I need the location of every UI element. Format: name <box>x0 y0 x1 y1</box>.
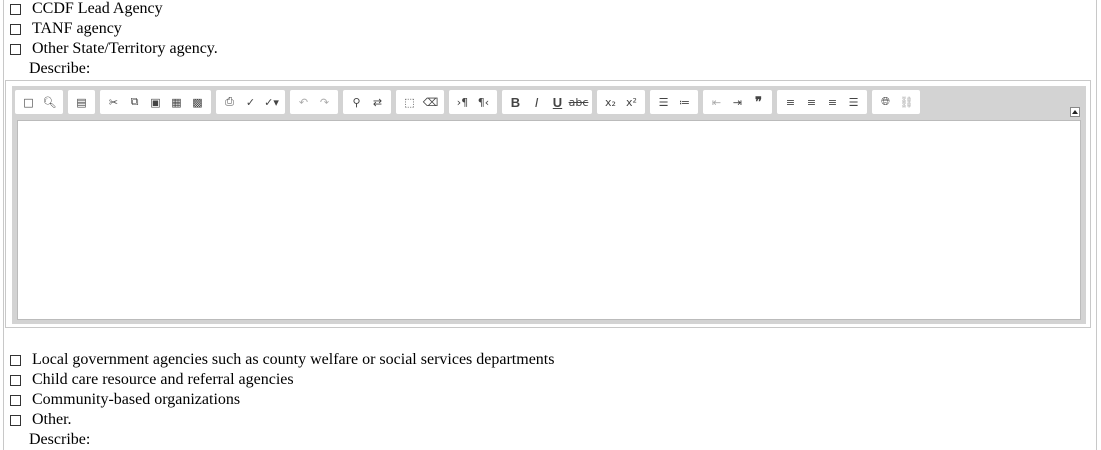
option-label: CCDF Lead Agency <box>32 0 163 17</box>
underline-icon[interactable]: U <box>547 92 568 112</box>
ltr-icon[interactable]: ›¶ <box>452 92 473 112</box>
option-local-government[interactable]: Local government agencies such as county… <box>10 350 554 370</box>
subscript-icon[interactable]: x₂ <box>600 92 621 112</box>
spellcheck-icon[interactable]: ✓ <box>240 92 261 112</box>
option-other[interactable]: Other. <box>10 410 72 430</box>
remove-format-icon[interactable]: ⌫ <box>420 92 441 112</box>
redo-icon[interactable]: ↷ <box>314 92 335 112</box>
paste-text-icon[interactable]: ▦ <box>166 92 187 112</box>
outdent-icon[interactable]: ⇤ <box>706 92 727 112</box>
checkbox[interactable] <box>10 43 21 55</box>
templates-icon[interactable]: ▤ <box>71 92 92 112</box>
checkbox[interactable] <box>10 354 21 366</box>
option-community-based[interactable]: Community-based organizations <box>10 390 240 410</box>
indent-icon[interactable]: ⇥ <box>727 92 748 112</box>
checkbox[interactable] <box>10 374 21 386</box>
describe-label: Describe: <box>29 431 91 448</box>
toolbar-group-find: ⚲ ⇄ <box>343 90 391 114</box>
option-label: Child care resource and referral agencie… <box>32 371 294 388</box>
toolbar-group-script: x₂ x² <box>597 90 645 114</box>
preview-icon[interactable]: 🔍︎ <box>39 92 60 112</box>
toolbar-group-align: ≡ ≡ ≡ ☰ <box>777 90 867 114</box>
strike-icon[interactable]: abc <box>568 92 589 112</box>
link-icon[interactable]: 🌐︎ <box>875 92 896 112</box>
cut-icon[interactable]: ✂ <box>103 92 124 112</box>
rtl-icon[interactable]: ¶‹ <box>473 92 494 112</box>
toolbar-group-lists: ☰ ≔ <box>650 90 698 114</box>
left-border <box>3 0 4 450</box>
option-ccdf-lead-agency[interactable]: CCDF Lead Agency <box>10 0 163 19</box>
describe-label: Describe: <box>29 60 91 77</box>
toolbar-group-select: ⬚ ⌫ <box>396 90 444 114</box>
right-border <box>1096 0 1097 450</box>
spellcheck-as-you-type-icon[interactable]: ✓▾ <box>261 92 282 112</box>
new-page-icon[interactable]: □ <box>18 92 39 112</box>
option-label: Other. <box>32 411 72 428</box>
justify-icon[interactable]: ☰ <box>843 92 864 112</box>
toolbar-group-direction: ›¶ ¶‹ <box>449 90 497 114</box>
paste-word-icon[interactable]: ▩ <box>187 92 208 112</box>
find-icon[interactable]: ⚲ <box>346 92 367 112</box>
superscript-icon[interactable]: x² <box>621 92 642 112</box>
align-center-icon[interactable]: ≡ <box>801 92 822 112</box>
checkbox[interactable] <box>10 23 21 35</box>
toolbar-group-document: □ 🔍︎ <box>15 90 63 114</box>
bulleted-list-icon[interactable]: ≔ <box>674 92 695 112</box>
editor-content-area[interactable] <box>17 120 1081 320</box>
numbered-list-icon[interactable]: ☰ <box>653 92 674 112</box>
undo-icon[interactable]: ↶ <box>293 92 314 112</box>
checkbox[interactable] <box>10 394 21 406</box>
checkbox[interactable] <box>10 414 21 426</box>
option-label: Other State/Territory agency. <box>32 40 218 57</box>
checkbox[interactable] <box>10 3 21 15</box>
print-icon[interactable]: ⎙ <box>219 92 240 112</box>
option-child-care-referral[interactable]: Child care resource and referral agencie… <box>10 370 294 390</box>
option-label: Community-based organizations <box>32 391 241 408</box>
blockquote-icon[interactable]: ❞ <box>748 92 769 112</box>
select-all-icon[interactable]: ⬚ <box>399 92 420 112</box>
option-label: TANF agency <box>32 20 122 37</box>
toolbar-group-clipboard: ✂ ⧉ ▣ ▦ ▩ <box>100 90 211 114</box>
toolbar-group-print-spell: ⎙ ✓ ✓▾ <box>216 90 285 114</box>
replace-icon[interactable]: ⇄ <box>367 92 388 112</box>
paste-icon[interactable]: ▣ <box>145 92 166 112</box>
editor-toolbar: □ 🔍︎ ▤ ✂ ⧉ ▣ ▦ ▩ ⎙ ✓ ✓▾ ↶ ↷ ⚲ ⇄ ⬚ ⌫ ›¶ ¶… <box>15 89 925 115</box>
toolbar-group-undo: ↶ ↷ <box>290 90 338 114</box>
toolbar-group-links: 🌐︎ ⛓ <box>872 90 920 114</box>
toolbar-group-templates: ▤ <box>68 90 95 114</box>
bold-icon[interactable]: B <box>505 92 526 112</box>
align-left-icon[interactable]: ≡ <box>780 92 801 112</box>
toolbar-group-basic-styles: B I U abc <box>502 90 592 114</box>
italic-icon[interactable]: I <box>526 92 547 112</box>
option-other-state-agency[interactable]: Other State/Territory agency. <box>10 39 218 59</box>
option-tanf-agency[interactable]: TANF agency <box>10 19 122 39</box>
option-label: Local government agencies such as county… <box>32 351 555 368</box>
toolbar-group-indent: ⇤ ⇥ ❞ <box>703 90 772 114</box>
align-right-icon[interactable]: ≡ <box>822 92 843 112</box>
unlink-icon[interactable]: ⛓ <box>896 92 917 112</box>
copy-icon[interactable]: ⧉ <box>124 92 145 112</box>
collapse-icon[interactable] <box>1070 107 1080 117</box>
